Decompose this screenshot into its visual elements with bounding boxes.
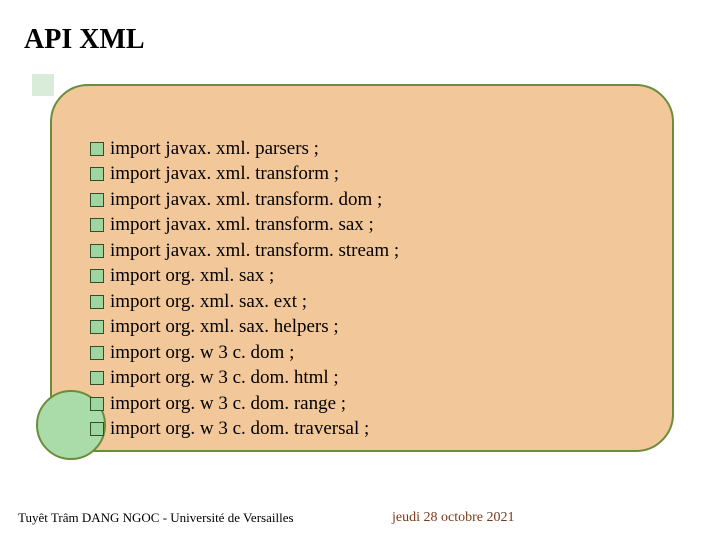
bullet-icon bbox=[90, 320, 104, 334]
list-item-text: import org. w 3 c. dom. range ; bbox=[110, 393, 346, 415]
list-item-text: import org. xml. sax ; bbox=[110, 265, 274, 287]
list-item-text: import javax. xml. parsers ; bbox=[110, 138, 319, 160]
bullet-icon bbox=[90, 397, 104, 411]
list-item: import javax. xml. transform. dom ; bbox=[90, 187, 399, 213]
list-item-text: import javax. xml. transform. dom ; bbox=[110, 189, 382, 211]
list-item: import javax. xml. transform. sax ; bbox=[90, 213, 399, 239]
list-item-text: import org. xml. sax. ext ; bbox=[110, 291, 307, 313]
bullet-icon bbox=[90, 371, 104, 385]
list-item: import javax. xml. parsers ; bbox=[90, 136, 399, 162]
import-list: import javax. xml. parsers ; import java… bbox=[90, 136, 399, 442]
slide-title: API XML bbox=[24, 24, 145, 56]
bullet-icon bbox=[90, 295, 104, 309]
list-item: import org. w 3 c. dom. html ; bbox=[90, 366, 399, 392]
list-item-text: import javax. xml. transform. sax ; bbox=[110, 214, 374, 236]
bullet-icon bbox=[90, 167, 104, 181]
bullet-icon bbox=[90, 142, 104, 156]
decorative-square bbox=[32, 74, 54, 96]
list-item: import javax. xml. transform ; bbox=[90, 162, 399, 188]
bullet-icon bbox=[90, 269, 104, 283]
list-item-text: import org. xml. sax. helpers ; bbox=[110, 316, 339, 338]
list-item: import org. xml. sax. ext ; bbox=[90, 289, 399, 315]
list-item: import javax. xml. transform. stream ; bbox=[90, 238, 399, 264]
bullet-icon bbox=[90, 422, 104, 436]
bullet-icon bbox=[90, 193, 104, 207]
list-item-text: import javax. xml. transform. stream ; bbox=[110, 240, 399, 262]
list-item: import org. w 3 c. dom ; bbox=[90, 340, 399, 366]
footer-date: jeudi 28 octobre 2021 bbox=[392, 510, 514, 526]
bullet-icon bbox=[90, 346, 104, 360]
list-item-text: import org. w 3 c. dom. traversal ; bbox=[110, 418, 369, 440]
list-item: import org. xml. sax ; bbox=[90, 264, 399, 290]
bullet-icon bbox=[90, 244, 104, 258]
bullet-icon bbox=[90, 218, 104, 232]
list-item-text: import org. w 3 c. dom. html ; bbox=[110, 367, 339, 389]
list-item-text: import org. w 3 c. dom ; bbox=[110, 342, 294, 364]
footer-author: Tuyêt Trâm DANG NGOC - Université de Ver… bbox=[18, 510, 294, 526]
list-item: import org. w 3 c. dom. traversal ; bbox=[90, 417, 399, 443]
list-item: import org. xml. sax. helpers ; bbox=[90, 315, 399, 341]
list-item: import org. w 3 c. dom. range ; bbox=[90, 391, 399, 417]
list-item-text: import javax. xml. transform ; bbox=[110, 163, 339, 185]
